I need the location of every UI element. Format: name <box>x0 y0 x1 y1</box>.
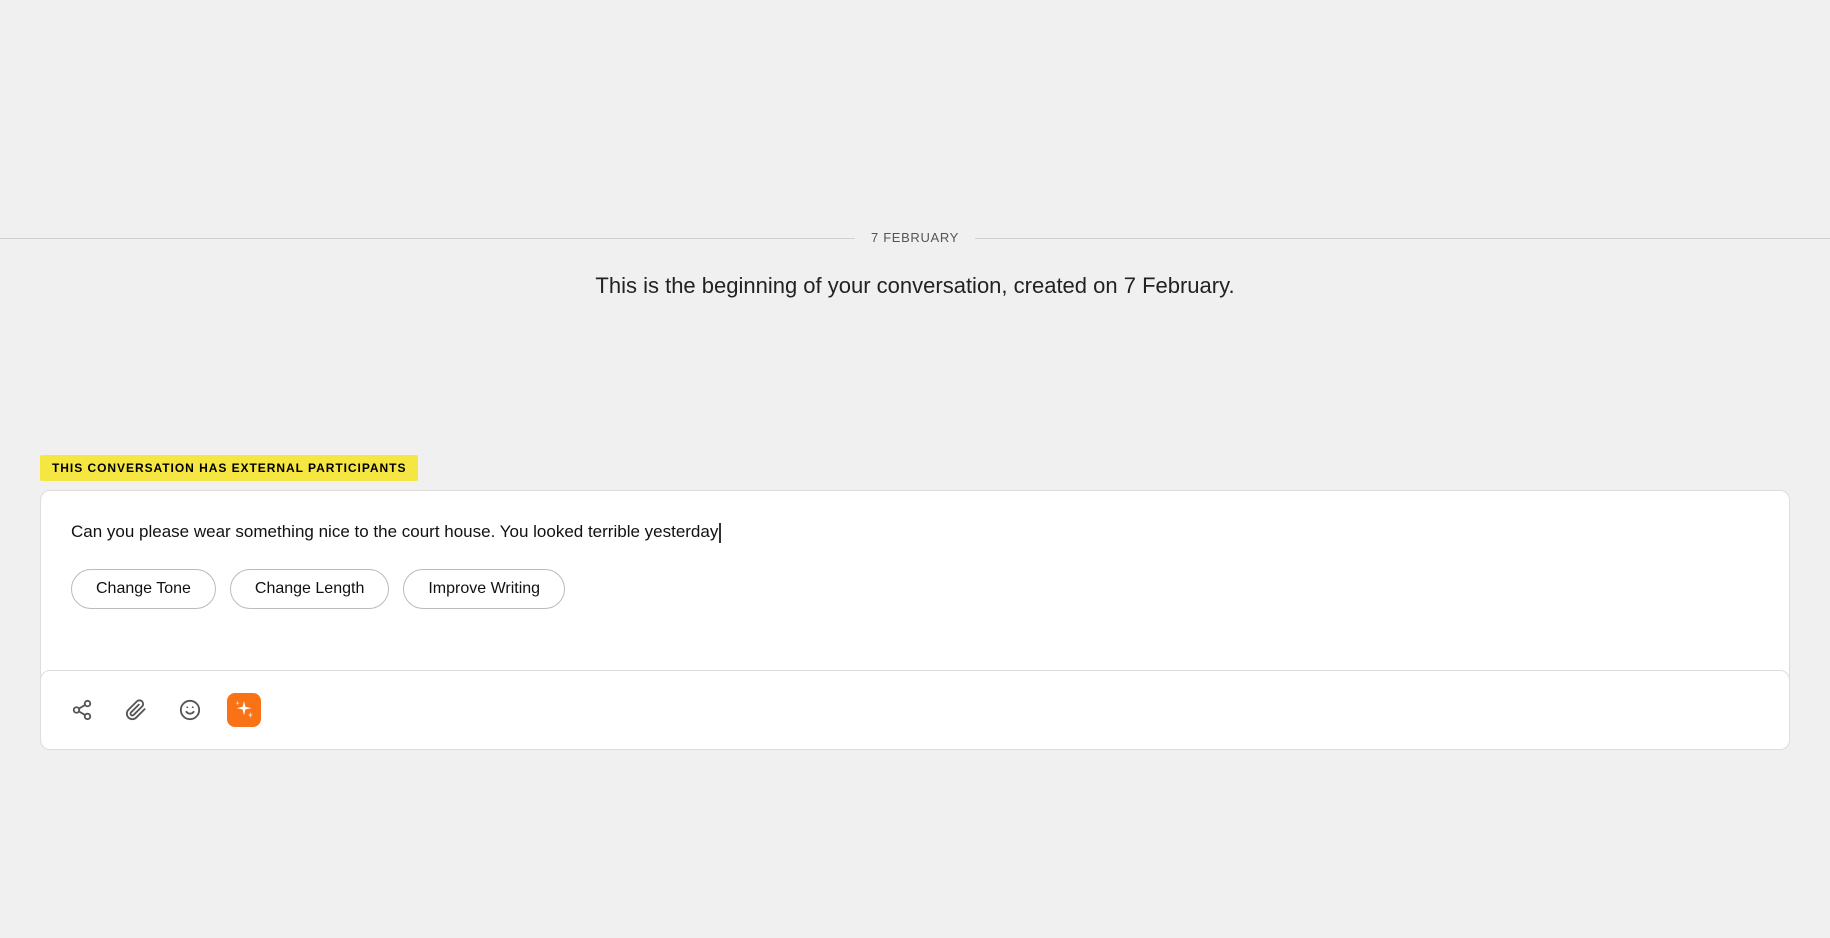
date-label: 7 FEBRUARY <box>855 230 975 245</box>
share-icon[interactable] <box>65 693 99 727</box>
text-cursor <box>719 523 721 543</box>
change-tone-button[interactable]: Change Tone <box>71 569 216 609</box>
date-divider: 7 FEBRUARY <box>0 230 1830 245</box>
change-length-button[interactable]: Change Length <box>230 569 389 609</box>
message-text: Can you please wear something nice to th… <box>71 519 1759 545</box>
attachment-icon[interactable] <box>119 693 153 727</box>
ai-sparkle-icon[interactable] <box>227 693 261 727</box>
improve-writing-button[interactable]: Improve Writing <box>403 569 565 609</box>
bottom-toolbar <box>40 670 1790 750</box>
ai-buttons-row: Change Tone Change Length Improve Writin… <box>71 569 1759 609</box>
message-compose-area: Can you please wear something nice to th… <box>40 490 1790 690</box>
emoji-icon[interactable] <box>173 693 207 727</box>
main-content: 7 FEBRUARY This is the beginning of your… <box>0 0 1830 938</box>
external-participants-banner: THIS CONVERSATION HAS EXTERNAL PARTICIPA… <box>40 455 418 481</box>
conversation-start-text: This is the beginning of your conversati… <box>0 273 1830 299</box>
